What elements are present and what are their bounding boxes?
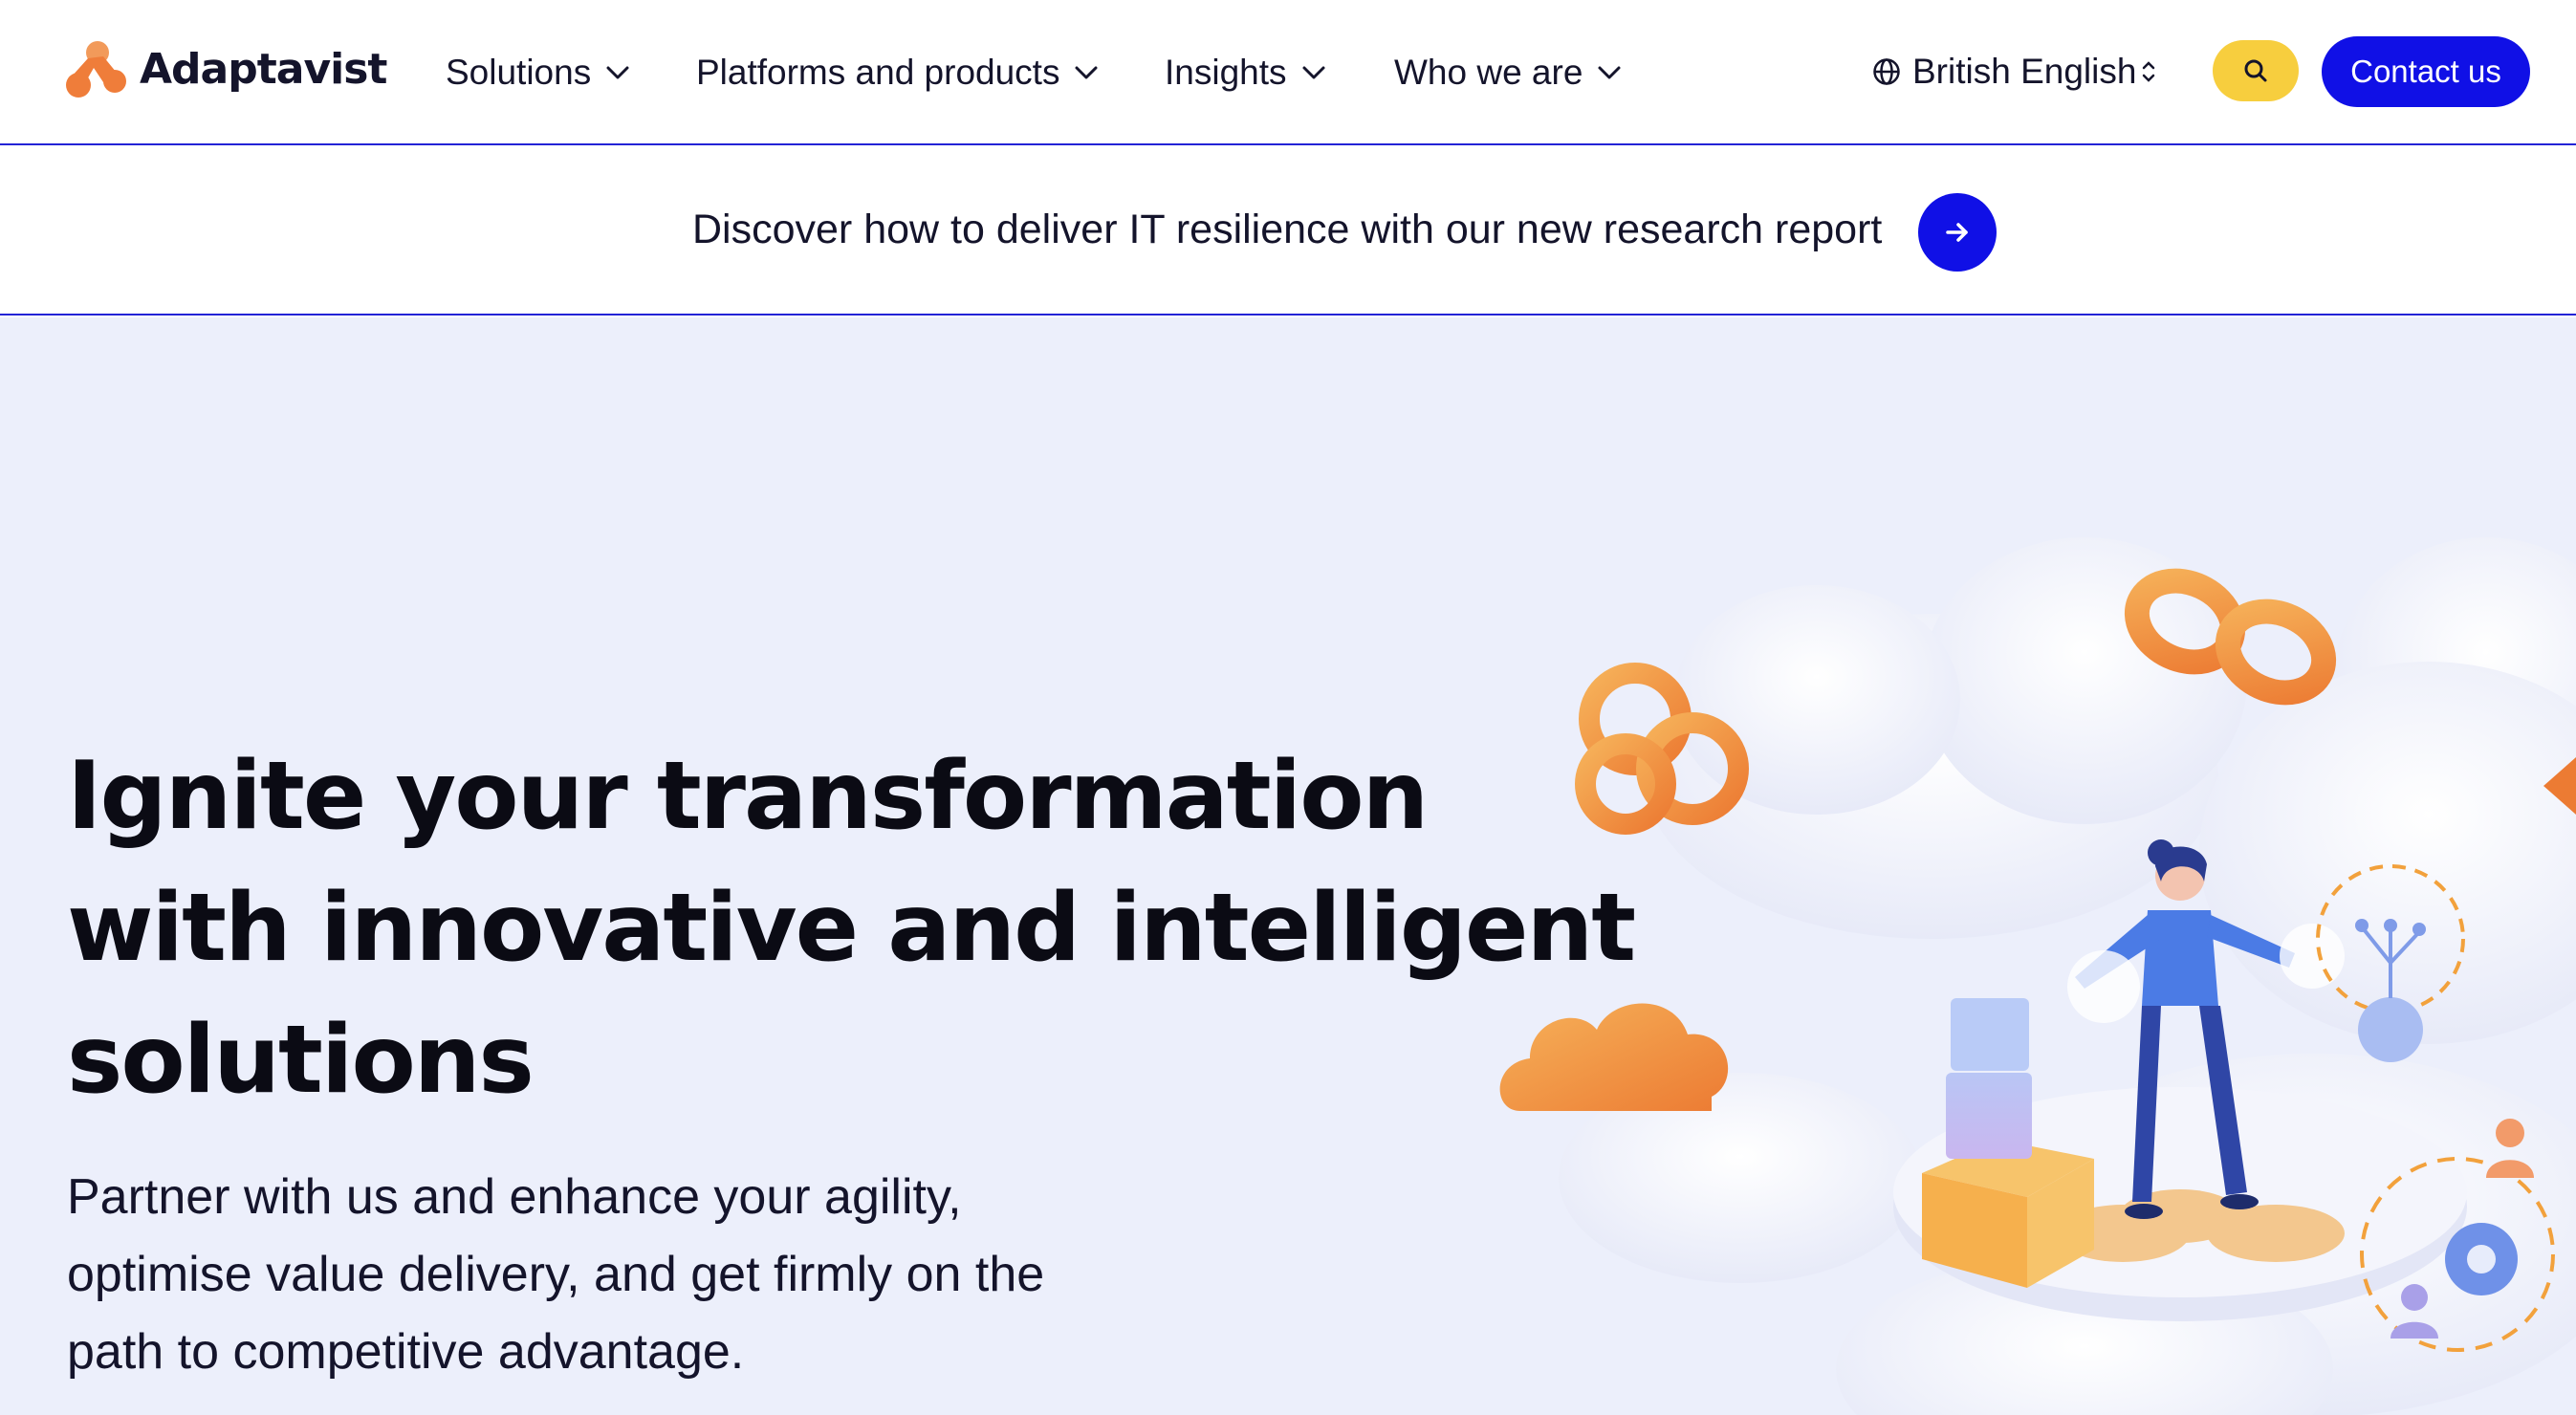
nav-item-label: Platforms and products <box>696 53 1060 92</box>
hero-illustration <box>1499 537 2576 1415</box>
hero-subtitle-line: path to competitive advantage. <box>67 1324 745 1380</box>
adaptavist-logo[interactable]: Adaptavist <box>65 38 387 99</box>
nav-item-solutions[interactable]: Solutions <box>446 53 631 93</box>
nav-item-platforms-and-products[interactable]: Platforms and products <box>696 53 1100 93</box>
adaptavist-logo-icon <box>66 41 126 98</box>
banner-link-text[interactable]: Discover how to deliver IT resilience wi… <box>692 207 1882 253</box>
hero-subtitle: Partner with us and enhance your agility… <box>67 1159 1167 1391</box>
hero-title-line: solutions <box>67 1006 535 1115</box>
chevron-down-icon <box>1598 66 1621 79</box>
announcement-banner: Discover how to deliver IT resilience wi… <box>0 147 2576 316</box>
contact-us-button[interactable]: Contact us <box>2322 36 2530 107</box>
search-icon <box>2244 59 2267 82</box>
nav-item-who-we-are[interactable]: Who we are <box>1394 53 1623 93</box>
hero-title: Ignite your transformation with innovati… <box>67 730 1636 1126</box>
chevron-up-down-icon <box>2143 61 2155 82</box>
language-selector[interactable]: British English <box>1872 46 2157 98</box>
nav-item-label: Who we are <box>1394 53 1583 92</box>
site-header: Adaptavist Solutions Platforms and produ… <box>0 0 2576 145</box>
language-selected-value: British English <box>1912 52 2137 91</box>
nav-item-insights[interactable]: Insights <box>1165 53 1327 93</box>
logo-wordmark: Adaptavist <box>140 44 387 94</box>
nav-item-label: Insights <box>1165 53 1287 92</box>
hero-subtitle-line: optimise value delivery, and get firmly … <box>67 1247 1045 1302</box>
globe-icon <box>1873 58 1900 85</box>
hero-title-line: with innovative and intelligent <box>67 874 1636 983</box>
orange-cloud-icon <box>1499 1003 1729 1111</box>
hero-section: Ignite your transformation with innovati… <box>0 317 2576 1415</box>
nav-item-label: Solutions <box>446 53 592 92</box>
hero-subtitle-line: Partner with us and enhance your agility… <box>67 1169 962 1225</box>
hero-title-line: Ignite your transformation <box>67 742 1429 851</box>
chevron-down-icon <box>1302 66 1325 79</box>
arrow-right-icon <box>1946 223 1968 242</box>
chevron-down-icon <box>1075 66 1098 79</box>
search-button[interactable] <box>2213 40 2299 101</box>
chevron-down-icon <box>606 66 629 79</box>
banner-arrow-button[interactable] <box>1918 193 1997 272</box>
